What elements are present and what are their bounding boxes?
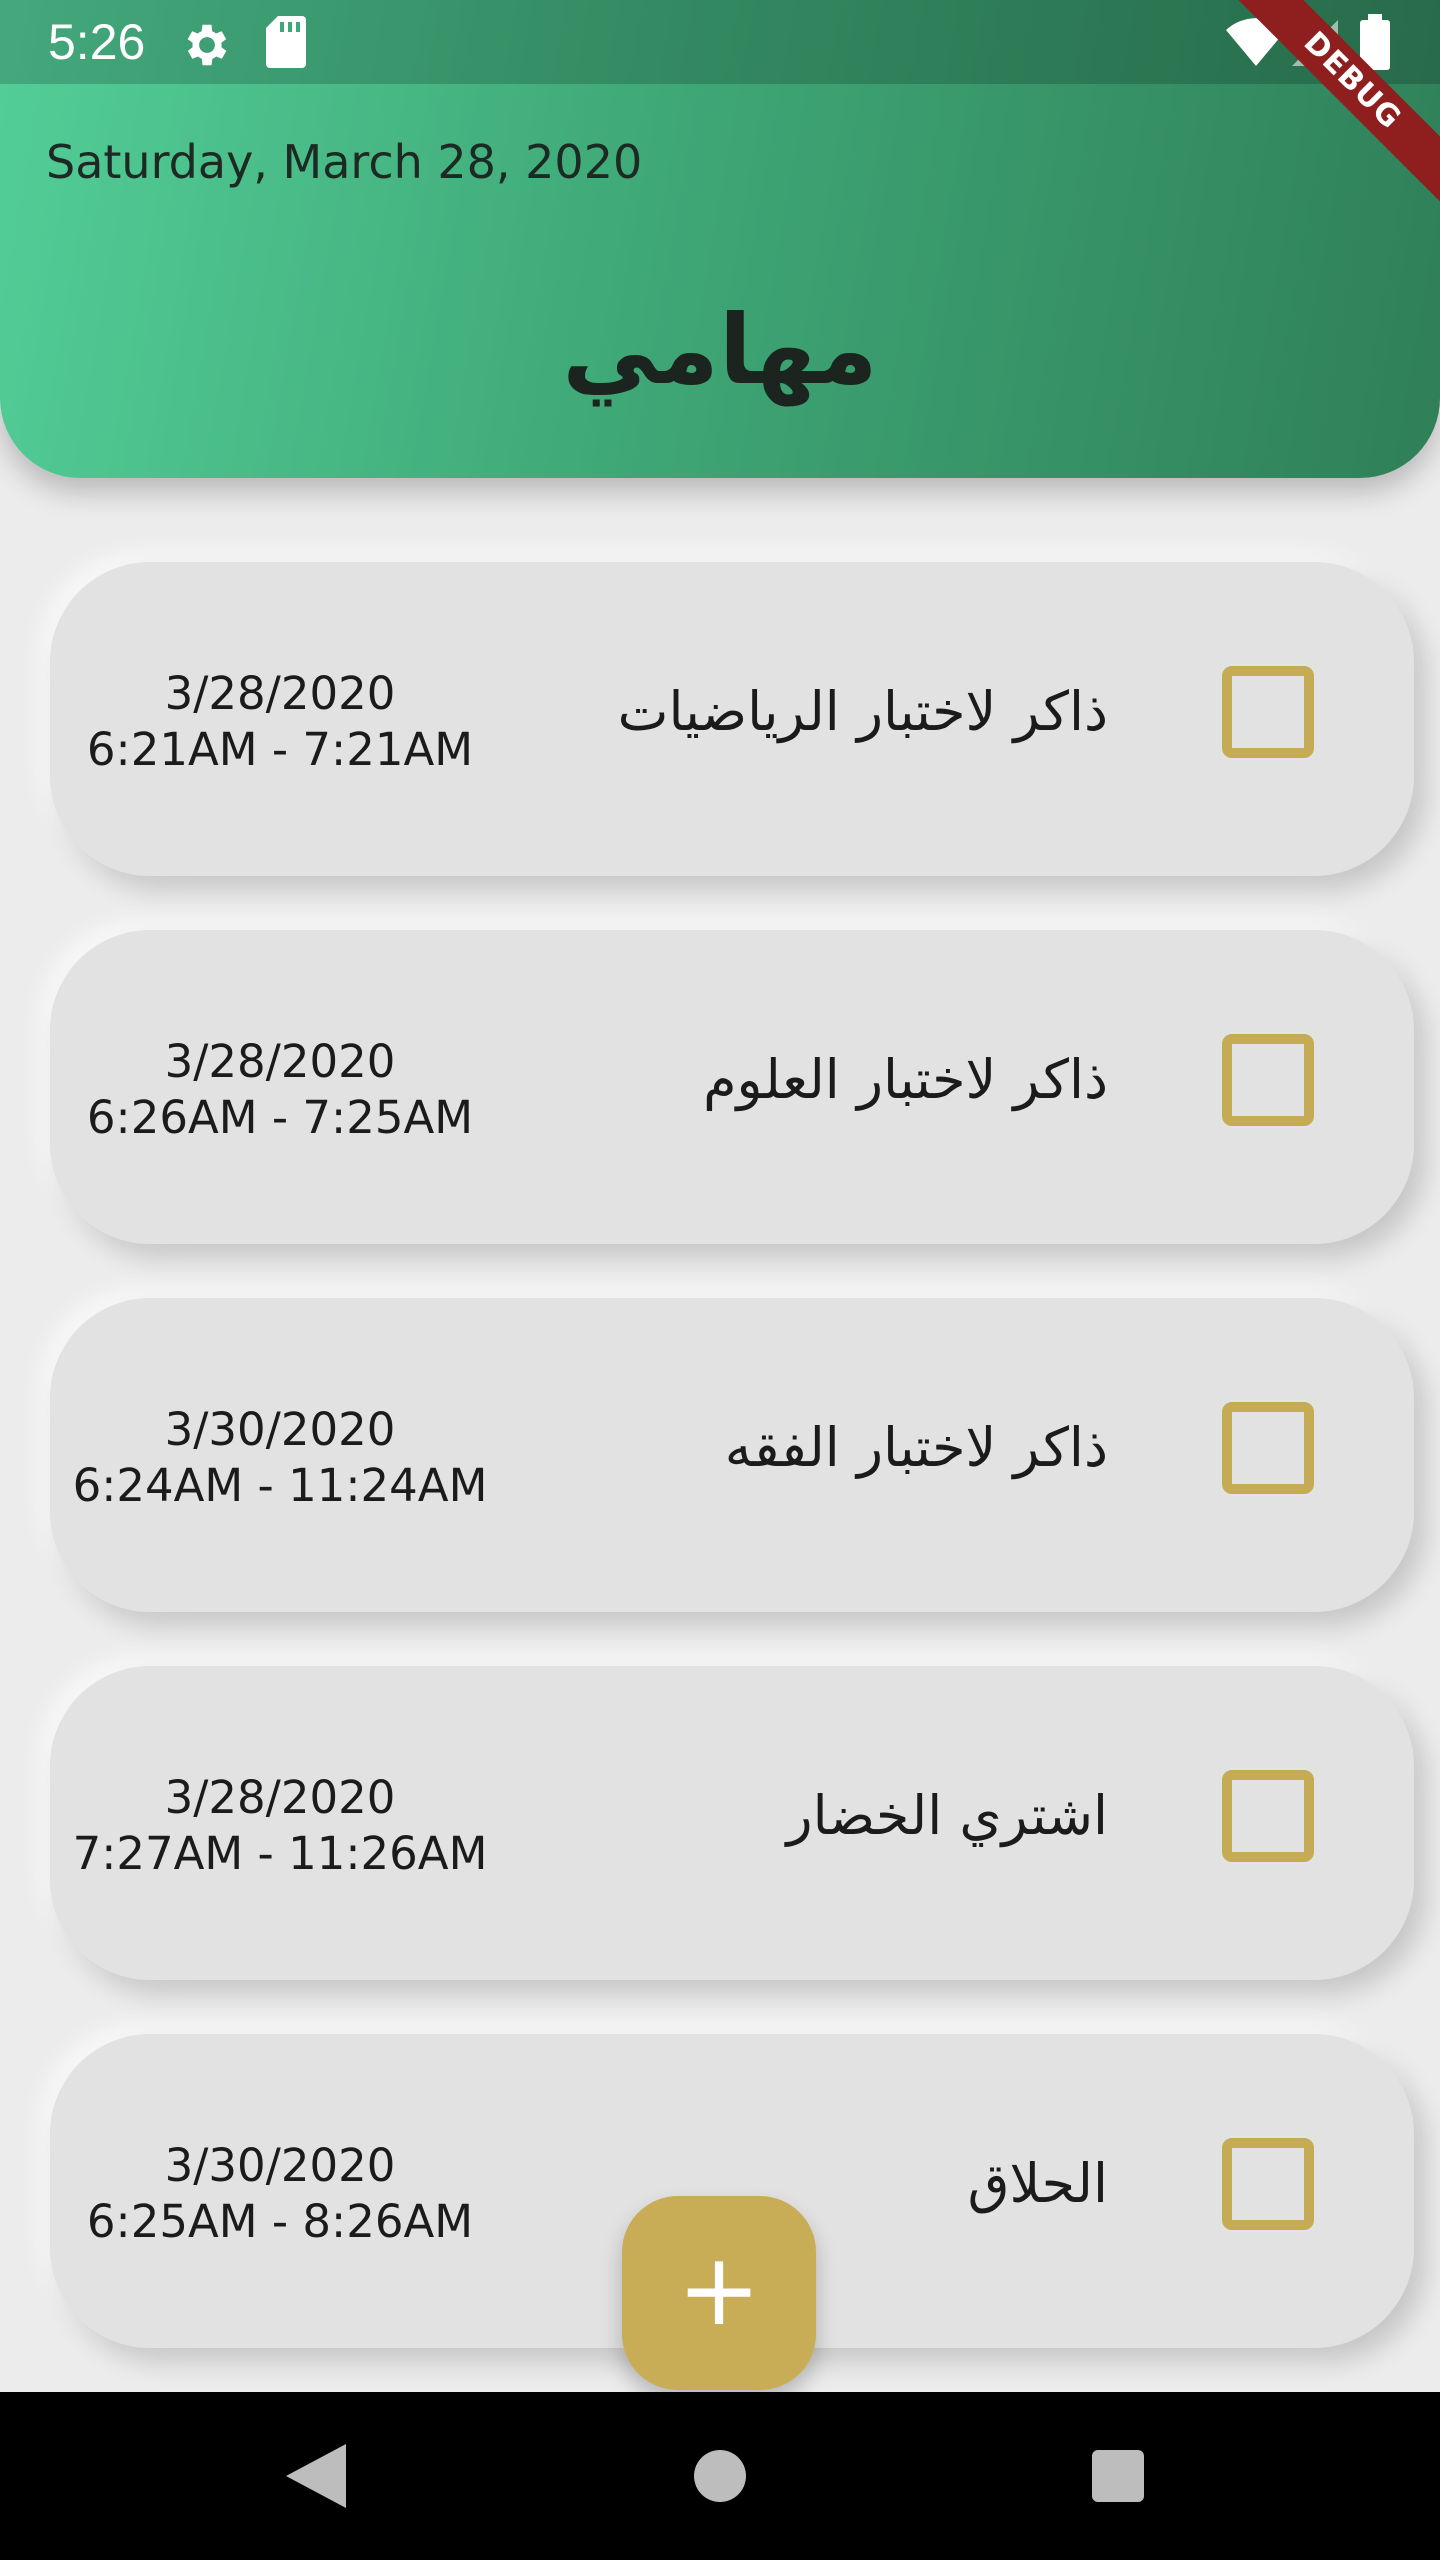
gear-icon <box>187 24 227 66</box>
status-time: 5:26 <box>48 14 146 70</box>
task-datetime: 3/28/2020 6:21AM - 7:21AM <box>50 666 510 778</box>
task-checkbox[interactable] <box>1222 2138 1314 2230</box>
task-time-range: 6:21AM - 7:21AM <box>86 723 474 776</box>
task-checkbox[interactable] <box>1222 1034 1314 1126</box>
signal-icon <box>1292 20 1338 66</box>
task-time-range: 6:26AM - 7:25AM <box>86 1091 474 1144</box>
task-date: 3/28/2020 <box>164 1035 396 1088</box>
add-task-button[interactable]: + <box>622 2196 816 2390</box>
task-date: 3/30/2020 <box>164 2139 396 2192</box>
page-title: مهامي <box>562 294 878 406</box>
task-time-range: 7:27AM - 11:26AM <box>72 1827 488 1880</box>
task-datetime: 3/28/2020 6:26AM - 7:25AM <box>50 1034 510 1146</box>
task-checkbox[interactable] <box>1222 1402 1314 1494</box>
task-time-range: 6:24AM - 11:24AM <box>72 1459 488 1512</box>
task-card[interactable]: 3/30/2020 6:24AM - 11:24AM ذاكر لاختبار … <box>50 1298 1414 1612</box>
task-card[interactable]: 3/28/2020 7:27AM - 11:26AM اشتري الخضار <box>50 1666 1414 1980</box>
task-checkbox[interactable] <box>1222 666 1314 758</box>
task-title: ذاكر لاختبار الرياضيات <box>617 680 1108 743</box>
task-title: اشتري الخضار <box>786 1784 1108 1847</box>
task-date: 3/28/2020 <box>164 667 396 720</box>
task-checkbox[interactable] <box>1222 1770 1314 1862</box>
task-card[interactable]: 3/28/2020 6:21AM - 7:21AM ذاكر لاختبار ا… <box>50 562 1414 876</box>
current-date: Saturday, March 28, 2020 <box>46 135 643 189</box>
task-card[interactable]: 3/28/2020 6:26AM - 7:25AM ذاكر لاختبار ا… <box>50 930 1414 1244</box>
system-nav-bar <box>0 2392 1440 2560</box>
app-screen: 5:26 Saturday, March 28, 2020 مهامي DEBU… <box>0 0 1440 2560</box>
task-list: 3/28/2020 6:21AM - 7:21AM ذاكر لاختبار ا… <box>50 562 1414 2402</box>
back-icon[interactable] <box>286 2444 346 2508</box>
task-date: 3/28/2020 <box>164 1771 396 1824</box>
status-bar: 5:26 <box>0 0 1440 84</box>
task-title: ذاكر لاختبار الفقه <box>724 1416 1108 1479</box>
recents-icon[interactable] <box>1092 2450 1144 2502</box>
app-header: 5:26 Saturday, March 28, 2020 مهامي <box>0 0 1440 478</box>
task-date: 3/30/2020 <box>164 1403 396 1456</box>
battery-icon <box>1360 14 1390 70</box>
sd-card-icon <box>266 16 306 68</box>
home-icon[interactable] <box>694 2450 746 2502</box>
task-datetime: 3/28/2020 7:27AM - 11:26AM <box>50 1770 510 1882</box>
wifi-icon <box>1226 18 1286 66</box>
task-datetime: 3/30/2020 6:24AM - 11:24AM <box>50 1402 510 1514</box>
task-title: ذاكر لاختبار العلوم <box>703 1048 1108 1111</box>
task-time-range: 6:25AM - 8:26AM <box>86 2195 474 2248</box>
plus-icon: + <box>677 2231 761 2348</box>
task-datetime: 3/30/2020 6:25AM - 8:26AM <box>50 2138 510 2250</box>
